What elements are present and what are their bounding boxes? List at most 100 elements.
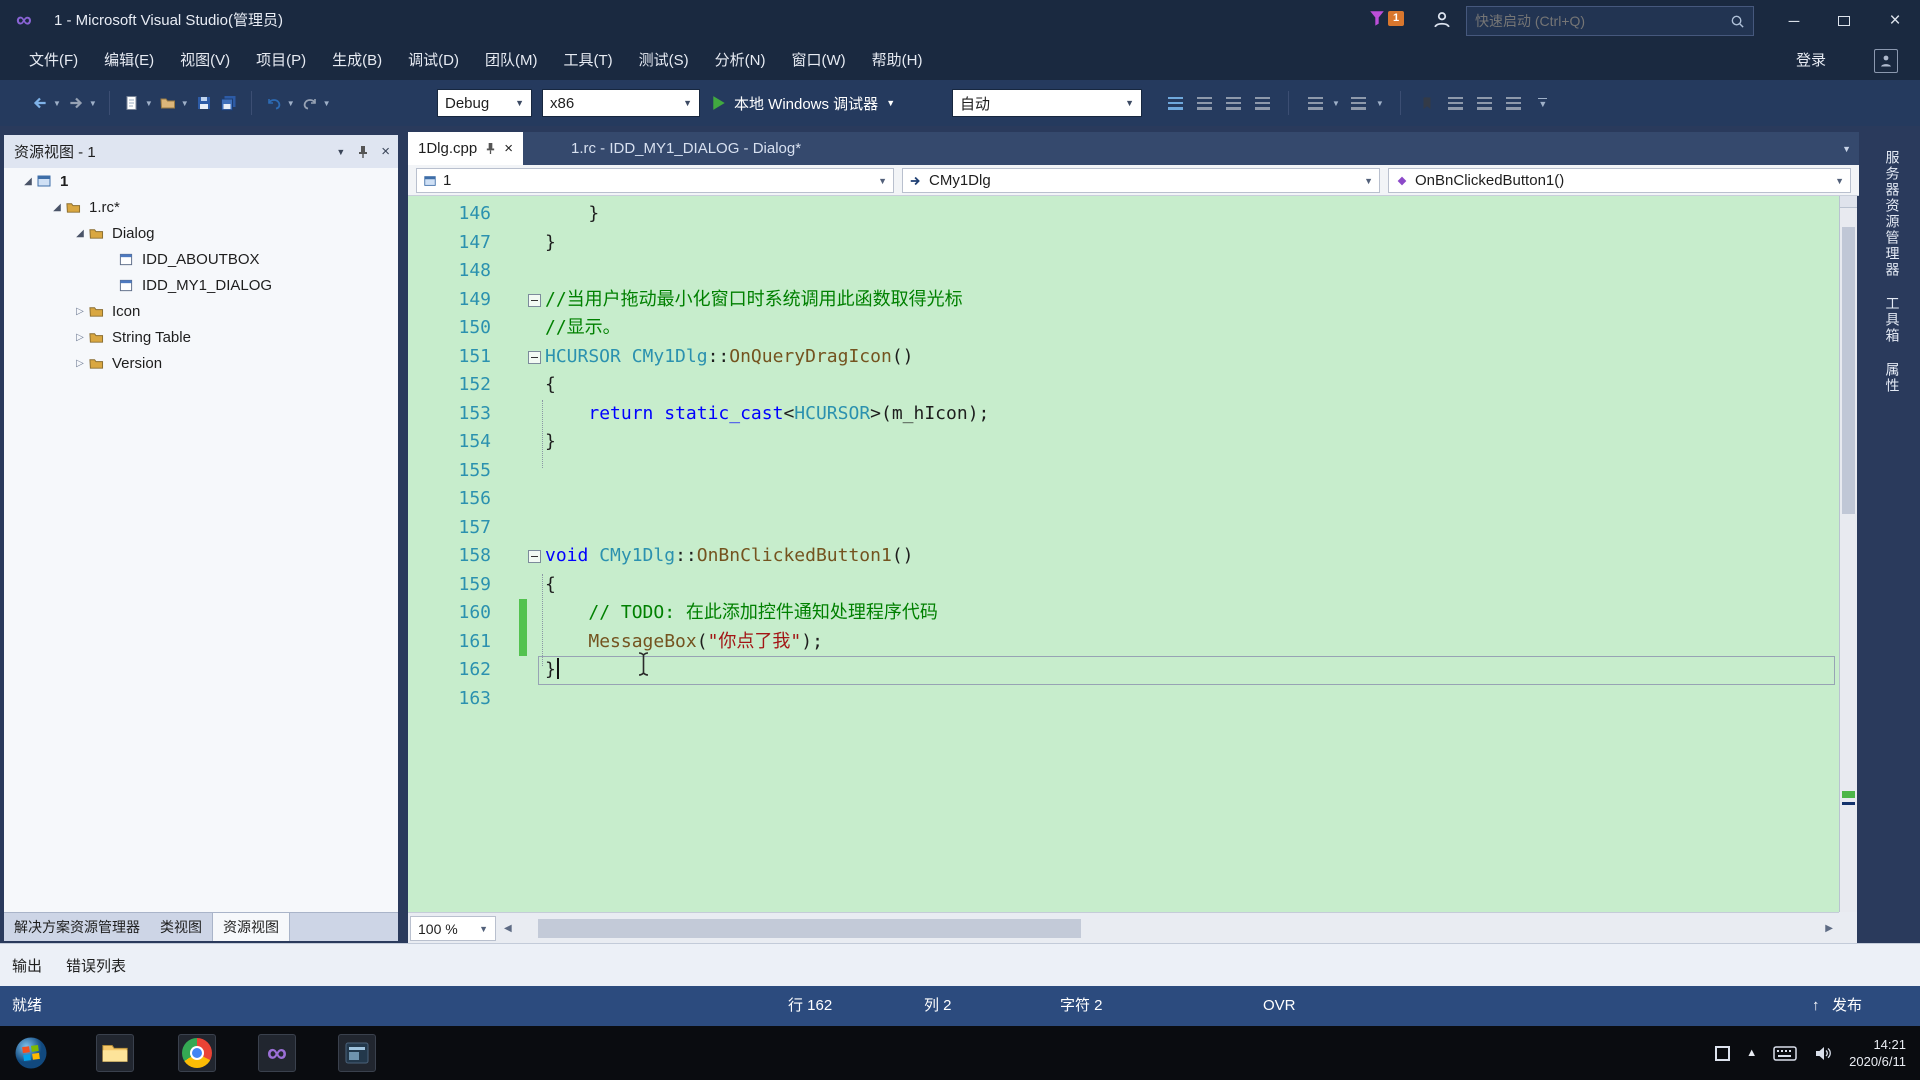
project-scope-dropdown[interactable]: 1 ▼ <box>416 168 894 193</box>
navigate-forward2-icon[interactable] <box>1349 93 1369 113</box>
dropdown-caret-icon[interactable]: ▼ <box>323 99 331 108</box>
new-file-icon[interactable] <box>122 93 142 113</box>
code-editor[interactable]: 146 } 147} 148 149//当用户拖动最小化窗口时系统调用此函数取得光标 1… <box>408 196 1839 912</box>
menu-item-分析(N)[interactable]: 分析(N) <box>702 42 779 80</box>
document-list-chevron-icon[interactable]: ▼ <box>1842 132 1851 165</box>
code-line-150[interactable]: 150 //显示。 <box>408 314 1839 343</box>
tree-item-Dialog[interactable]: ◢ Dialog <box>4 220 398 246</box>
file-explorer-icon[interactable] <box>96 1034 134 1072</box>
code-line-147[interactable]: 147} <box>408 229 1839 258</box>
menu-item-测试(S)[interactable]: 测试(S) <box>626 42 702 80</box>
tree-item-Icon[interactable]: ▷ Icon <box>4 298 398 324</box>
dropdown-caret-icon[interactable]: ▼ <box>181 99 189 108</box>
code-line-156[interactable]: 156 <box>408 485 1839 514</box>
publish-button[interactable]: 发布 <box>1832 986 1862 1026</box>
tool-tab-解决方案资源管理器[interactable]: 解决方案资源管理器 <box>4 913 150 941</box>
code-line-153[interactable]: 153 return static_cast<HCURSOR>(m_hIcon)… <box>408 400 1839 429</box>
code-line-160[interactable]: 160 // TODO: 在此添加控件通知处理程序代码 <box>408 599 1839 628</box>
splitter-grip[interactable] <box>1840 196 1857 208</box>
tree-item-Version[interactable]: ▷ Version <box>4 350 398 376</box>
code-line-151[interactable]: 151 HCURSOR CMy1Dlg::OnQueryDragIcon() <box>408 343 1839 372</box>
type-dropdown[interactable]: CMy1Dlg ▼ <box>902 168 1380 193</box>
solution-configuration-dropdown[interactable]: Debug ▼ <box>437 89 532 117</box>
tool-tab-资源视图[interactable]: 资源视图 <box>212 913 290 941</box>
menu-item-视图(V)[interactable]: 视图(V) <box>167 42 243 80</box>
code-line-148[interactable]: 148 <box>408 257 1839 286</box>
notifications-button[interactable]: 1 <box>1368 9 1404 27</box>
start-button[interactable] <box>12 1034 50 1072</box>
output-window-icon[interactable] <box>1194 93 1214 113</box>
dropdown-caret-icon[interactable]: ▼ <box>1376 99 1384 108</box>
clear-bookmarks-icon[interactable] <box>1504 93 1524 113</box>
code-line-163[interactable]: 163 <box>408 685 1839 714</box>
dropdown-caret-icon[interactable]: ▼ <box>287 99 295 108</box>
breakpoints-window-icon[interactable] <box>1165 93 1185 113</box>
panel-header[interactable]: 资源视图 - 1 ▼ × <box>4 135 398 168</box>
tree-item-String Table[interactable]: ▷ String Table <box>4 324 398 350</box>
minimize-button[interactable]: ─ <box>1770 0 1818 42</box>
quick-launch-search[interactable] <box>1466 6 1754 36</box>
menu-item-工具(T)[interactable]: 工具(T) <box>550 42 625 80</box>
open-file-icon[interactable] <box>158 93 178 113</box>
horizontal-scrollbar[interactable]: 100 % ▼ ◀ ▶ <box>408 912 1839 943</box>
tree-expander-icon[interactable]: ▷ <box>72 332 88 343</box>
code-line-155[interactable]: 155 <box>408 457 1839 486</box>
tree-item-IDD_MY1_DIALOG[interactable]: IDD_MY1_DIALOG <box>4 272 398 298</box>
debug-target-dropdown[interactable]: 自动 ▼ <box>952 89 1142 117</box>
pin-icon[interactable] <box>485 142 496 155</box>
chrome-icon[interactable] <box>178 1034 216 1072</box>
collapse-box[interactable] <box>528 350 541 364</box>
document-tab-1.rc - IDD_MY1_DIALOG - Dialog*[interactable]: 1.rc - IDD_MY1_DIALOG - Dialog* <box>561 132 811 165</box>
touch-keyboard-icon[interactable] <box>1773 1043 1797 1063</box>
menu-item-项目(P)[interactable]: 项目(P) <box>243 42 319 80</box>
solution-platform-dropdown[interactable]: x86 ▼ <box>542 89 700 117</box>
save-all-icon[interactable] <box>219 93 239 113</box>
user-avatar[interactable] <box>1874 49 1898 73</box>
code-line-152[interactable]: 152 { <box>408 371 1839 400</box>
tree-expander-icon[interactable]: ▷ <box>72 306 88 317</box>
taskbar-clock[interactable]: 14:21 2020/6/11 <box>1849 1036 1906 1070</box>
code-line-154[interactable]: 154} <box>408 428 1839 457</box>
dropdown-caret-icon[interactable]: ▼ <box>53 99 61 108</box>
prev-bookmark-icon[interactable] <box>1475 93 1495 113</box>
horizontal-scrollbar-thumb[interactable] <box>538 919 1081 938</box>
bottom-tab-输出[interactable]: 输出 <box>12 955 42 976</box>
save-icon[interactable] <box>194 93 214 113</box>
code-line-159[interactable]: 159 { <box>408 571 1839 600</box>
menu-item-团队(M)[interactable]: 团队(M) <box>472 42 551 80</box>
tree-expander-icon[interactable]: ◢ <box>72 228 88 239</box>
menu-item-调试(D)[interactable]: 调试(D) <box>395 42 472 80</box>
tree-expander-icon[interactable]: ◢ <box>20 176 36 187</box>
menu-item-帮助(H)[interactable]: 帮助(H) <box>859 42 936 80</box>
find-in-files-icon[interactable] <box>1223 93 1243 113</box>
pin-icon[interactable] <box>357 145 369 159</box>
menu-item-生成(B)[interactable]: 生成(B) <box>319 42 395 80</box>
tree-item-IDD_ABOUTBOX[interactable]: IDD_ABOUTBOX <box>4 246 398 272</box>
scroll-right-icon[interactable]: ▶ <box>1825 913 1833 943</box>
window-menu-chevron-icon[interactable]: ▼ <box>336 147 345 157</box>
code-line-149[interactable]: 149 //当用户拖动最小化窗口时系统调用此函数取得光标 <box>408 286 1839 315</box>
member-dropdown[interactable]: OnBnClickedButton1() ▼ <box>1388 168 1851 193</box>
tree-expander-icon[interactable]: ◢ <box>49 202 65 213</box>
document-tab-1Dlg.cpp[interactable]: 1Dlg.cpp × <box>408 132 523 165</box>
close-button[interactable]: × <box>1870 0 1920 42</box>
vertical-scrollbar-thumb[interactable] <box>1842 227 1855 514</box>
tree-item-1[interactable]: ◢ 1 <box>4 168 398 194</box>
fold-toggle-icon[interactable] <box>527 542 545 571</box>
bottom-tab-错误列表[interactable]: 错误列表 <box>66 955 126 976</box>
menu-item-文件(F)[interactable]: 文件(F) <box>16 42 91 80</box>
maximize-button[interactable] <box>1820 0 1868 42</box>
tree-expander-icon[interactable]: ▷ <box>72 358 88 369</box>
quick-launch-input[interactable] <box>1467 13 1730 29</box>
redo-icon[interactable] <box>300 93 320 113</box>
next-bookmark-icon[interactable] <box>1446 93 1466 113</box>
side-tab-工具箱[interactable]: 工具箱 <box>1883 296 1903 344</box>
code-line-146[interactable]: 146 } <box>408 200 1839 229</box>
fold-toggle-icon[interactable] <box>527 286 545 315</box>
vertical-scrollbar[interactable] <box>1839 196 1857 912</box>
toolbar-overflow-chevron[interactable]: ▼ <box>1533 93 1553 113</box>
dropdown-caret-icon[interactable]: ▼ <box>1332 99 1340 108</box>
fold-toggle-icon[interactable] <box>527 343 545 372</box>
running-app-icon[interactable] <box>338 1034 376 1072</box>
tree-item-1.rc*[interactable]: ◢ 1.rc* <box>4 194 398 220</box>
